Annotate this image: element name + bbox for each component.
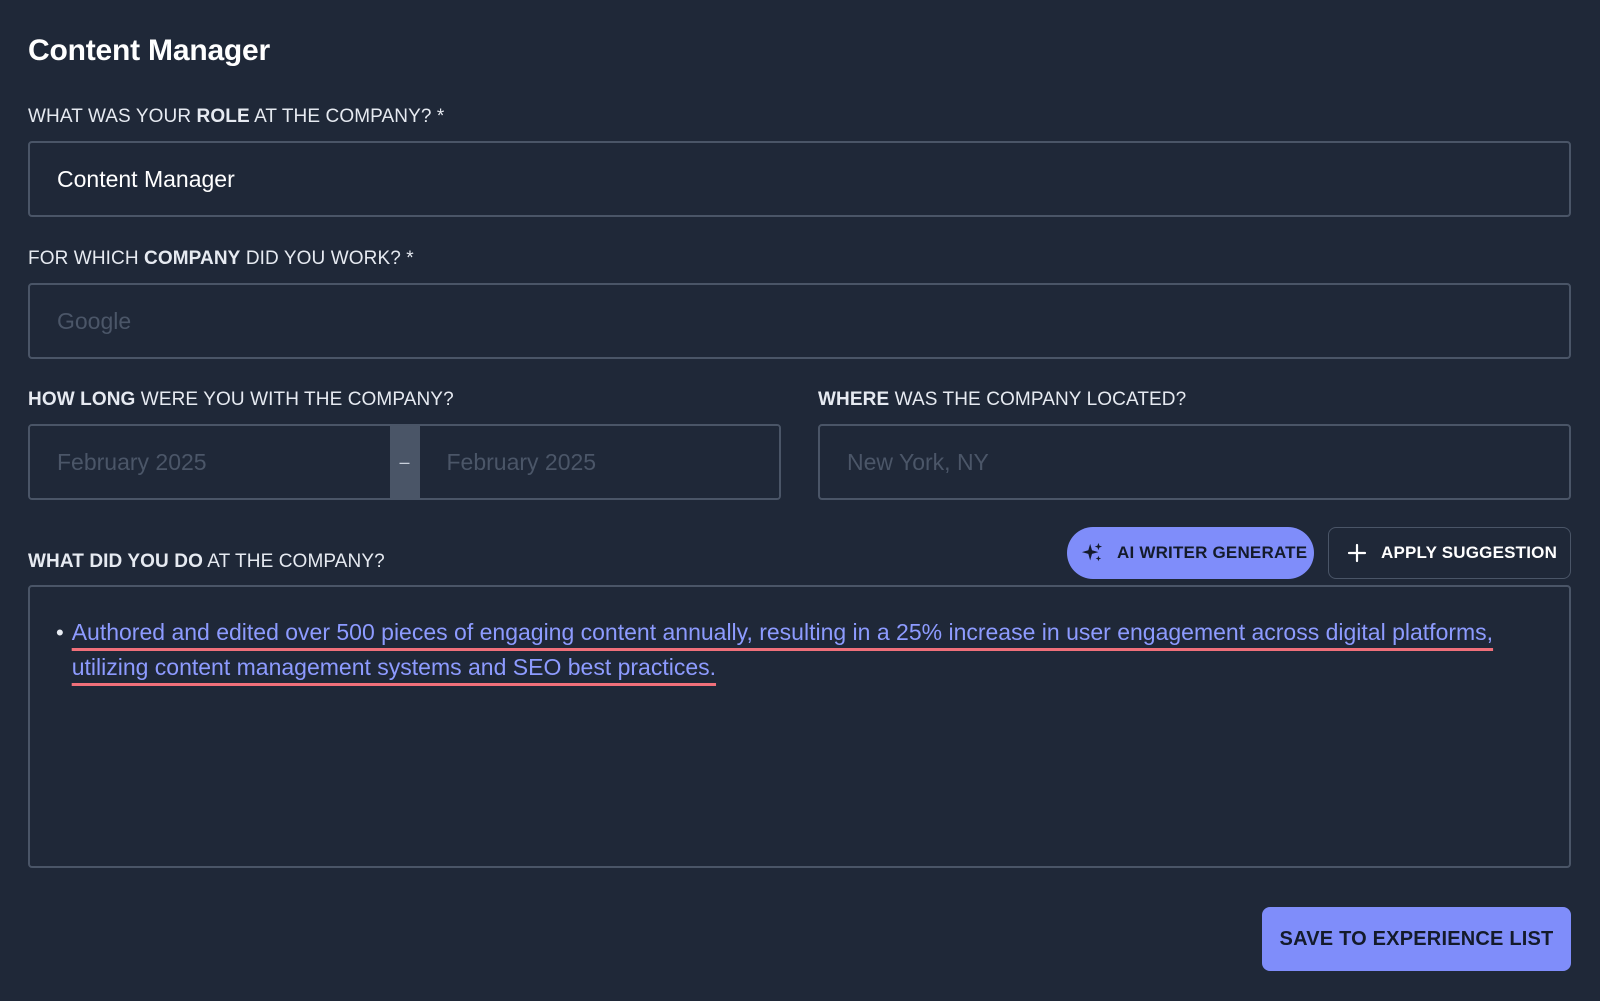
role-label: WHAT WAS YOUR ROLE AT THE COMPANY? * [28, 106, 445, 127]
ai-writer-generate-label: AI WRITER GENERATE [1117, 543, 1308, 562]
role-input[interactable]: Content Manager [28, 141, 1571, 217]
date-range-separator: – [389, 426, 420, 498]
start-date-input[interactable]: February 2025 [30, 426, 390, 498]
company-label: FOR WHICH COMPANY DID YOU WORK? * [28, 248, 414, 269]
start-date-placeholder: February 2025 [57, 448, 207, 475]
location-input[interactable]: New York, NY [818, 424, 1571, 500]
location-input-placeholder: New York, NY [847, 448, 989, 475]
duties-textarea[interactable]: • Authored and edited over 500 pieces of… [28, 585, 1571, 868]
apply-suggestion-button[interactable]: APPLY SUGGESTION [1328, 527, 1571, 579]
date-range-group: February 2025 – February 2025 [28, 424, 781, 500]
experience-form: Content Manager WHAT WAS YOUR ROLE AT TH… [0, 0, 1600, 1001]
company-input-placeholder: Google [57, 307, 132, 334]
company-input[interactable]: Google [28, 283, 1571, 359]
apply-suggestion-label: APPLY SUGGESTION [1381, 543, 1558, 562]
page-title: Content Manager [28, 34, 271, 67]
end-date-input[interactable]: February 2025 [419, 426, 779, 498]
duties-label: WHAT DID YOU DO AT THE COMPANY? [28, 551, 385, 572]
duration-label: HOW LONG WERE YOU WITH THE COMPANY? [28, 389, 454, 410]
list-item: • Authored and edited over 500 pieces of… [56, 615, 1529, 685]
plus-icon [1347, 543, 1367, 563]
location-label: WHERE WAS THE COMPANY LOCATED? [818, 389, 1187, 410]
ai-writer-generate-button[interactable]: AI WRITER GENERATE [1067, 527, 1314, 579]
bullet-dot: • [56, 620, 64, 645]
suggested-bullet-text: Authored and edited over 500 pieces of e… [71, 619, 1494, 680]
sparkle-icon [1081, 542, 1103, 564]
end-date-placeholder: February 2025 [446, 448, 597, 475]
save-to-experience-list-button[interactable]: SAVE TO EXPERIENCE LIST [1262, 907, 1571, 971]
role-input-value: Content Manager [57, 165, 235, 192]
